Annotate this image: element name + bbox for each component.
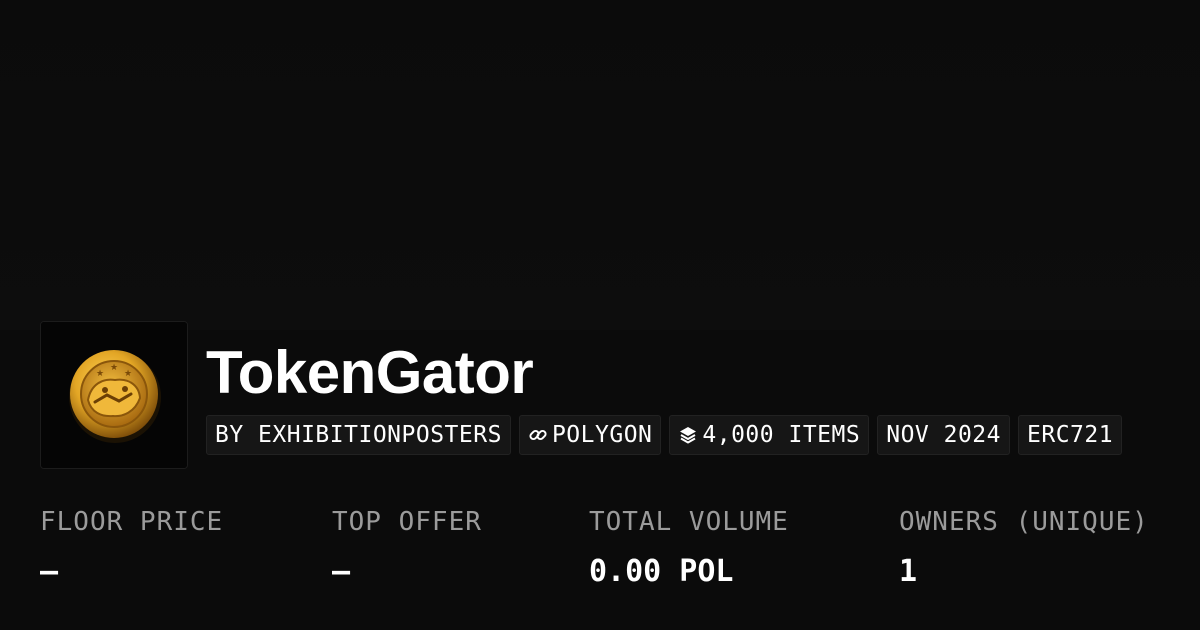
- svg-text:★: ★: [110, 363, 118, 373]
- layers-icon: [680, 427, 697, 444]
- standard-chip: ERC721: [1018, 415, 1123, 455]
- date-chip: NOV 2024: [877, 415, 1010, 455]
- items-label: 4,000 ITEMS: [702, 422, 861, 448]
- floor-price-value: –: [40, 554, 59, 589]
- floor-price-label: FLOOR PRICE: [40, 507, 224, 537]
- creator-chip[interactable]: BY EXHIBITIONPOSTERS: [206, 415, 511, 455]
- top-offer-label: TOP OFFER: [332, 507, 482, 537]
- svg-text:★: ★: [124, 369, 132, 379]
- top-offer-value: –: [332, 554, 351, 589]
- collection-title: TokenGator: [206, 339, 534, 406]
- total-volume-label: TOTAL VOLUME: [589, 507, 789, 537]
- link-icon: [529, 429, 547, 441]
- collection-avatar: ★ ★ ★: [40, 321, 188, 469]
- top-offer-stat: TOP OFFER –: [332, 505, 482, 589]
- standard-label: ERC721: [1027, 422, 1114, 448]
- total-volume-value: 0.00 POL: [589, 554, 734, 589]
- collection-banner: [0, 0, 1200, 330]
- svg-text:★: ★: [96, 369, 104, 379]
- chain-chip[interactable]: POLYGON: [518, 415, 662, 455]
- gator-coin-image: ★ ★ ★: [41, 322, 187, 468]
- date-label: NOV 2024: [886, 422, 1001, 448]
- collection-meta-chips: BY EXHIBITIONPOSTERS POLYGON 4,000 ITEMS…: [206, 415, 1123, 455]
- total-volume-stat: TOTAL VOLUME 0.00 POL: [589, 505, 789, 589]
- items-chip: 4,000 ITEMS: [669, 415, 870, 455]
- owners-stat: OWNERS (UNIQUE) 1: [899, 505, 1149, 589]
- owners-label: OWNERS (UNIQUE): [899, 507, 1149, 537]
- chain-label: POLYGON: [551, 422, 653, 448]
- owners-value: 1: [899, 554, 918, 589]
- floor-price-stat: FLOOR PRICE –: [40, 505, 223, 589]
- creator-label: BY EXHIBITIONPOSTERS: [215, 422, 502, 448]
